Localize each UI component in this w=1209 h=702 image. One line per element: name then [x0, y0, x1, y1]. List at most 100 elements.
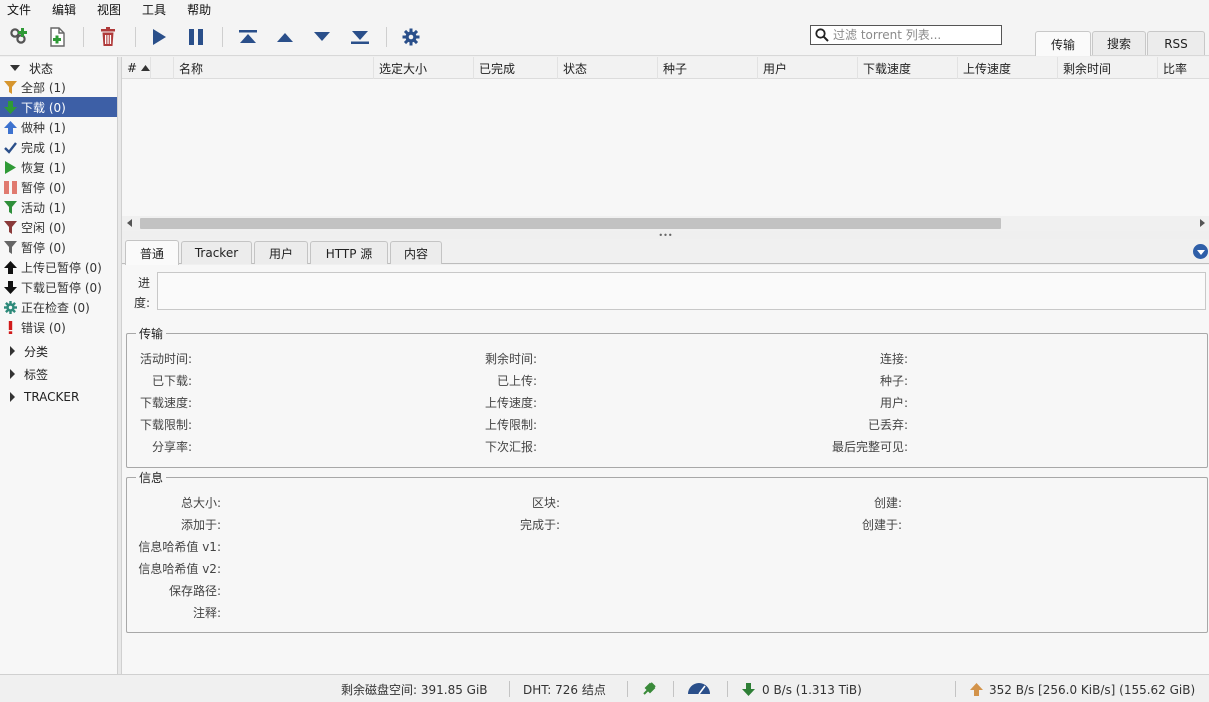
progress-bar: [157, 272, 1206, 310]
sidebar-item-resumed[interactable]: 恢复 (1): [0, 157, 117, 177]
search-input[interactable]: [833, 28, 993, 42]
add-link-icon[interactable]: [7, 26, 31, 48]
tab-general[interactable]: 普通: [125, 240, 179, 265]
panel-splitter[interactable]: •••: [122, 231, 1209, 240]
pause-icon[interactable]: [184, 26, 208, 48]
move-up-icon[interactable]: [273, 26, 297, 48]
column-header-ratio[interactable]: 比率: [1158, 57, 1209, 79]
trackers-section-header[interactable]: TRACKER: [10, 387, 79, 407]
label-download-limit: 下载限制:: [139, 418, 192, 432]
sidebar-item-inactive[interactable]: 空闲 (0): [0, 217, 117, 237]
sidebar-item-completed[interactable]: 完成 (1): [0, 137, 117, 157]
tab-http-sources[interactable]: HTTP 源: [310, 241, 388, 264]
label-peers: 用户:: [879, 396, 908, 410]
label-completed-on: 完成于:: [519, 518, 560, 532]
label-pieces: 区块:: [531, 496, 560, 510]
chevron-down-icon: [10, 65, 20, 71]
speed-limit-icon[interactable]: [687, 683, 711, 699]
sidebar-item-downloading[interactable]: 下载 (0): [0, 97, 117, 117]
column-header-down-speed[interactable]: 下载速度: [858, 57, 958, 79]
funnel-icon: [3, 80, 18, 95]
settings-gear-icon[interactable]: [399, 26, 423, 48]
sidebar-item-checking[interactable]: 正在检查 (0): [0, 297, 117, 317]
sidebar-item-label: 空闲 (0): [21, 220, 66, 235]
categories-section-header[interactable]: 分类: [10, 341, 48, 361]
download-speed-text: 0 B/s (1.313 TiB): [762, 683, 862, 697]
sidebar-item-label: 恢复 (1): [21, 160, 66, 175]
detail-tab-bar: 普通 Tracker 用户 HTTP 源 内容: [122, 239, 1209, 265]
scrollbar-thumb[interactable]: [140, 218, 1001, 229]
scroll-left-icon[interactable]: [127, 219, 132, 227]
label-created-by: 创建:: [873, 496, 902, 510]
horizontal-scrollbar[interactable]: [122, 216, 1209, 231]
label-time-active: 活动时间:: [139, 352, 192, 366]
column-header-progress[interactable]: 已完成: [474, 57, 558, 79]
column-header-seeds[interactable]: 种子: [658, 57, 758, 79]
funnel-idle-icon: [3, 220, 18, 235]
move-bottom-icon[interactable]: [348, 26, 372, 48]
connection-status-icon[interactable]: [641, 681, 657, 697]
sidebar-item-errored[interactable]: 错误 (0): [0, 317, 117, 337]
move-down-icon[interactable]: [310, 26, 334, 48]
add-torrent-file-icon[interactable]: [45, 26, 69, 48]
label-reannounce: 下次汇报:: [484, 440, 537, 454]
play-icon: [3, 160, 18, 175]
sidebar-item-label: 全部 (1): [21, 80, 66, 95]
delete-trash-icon[interactable]: [96, 26, 120, 48]
tab-peers[interactable]: 用户: [254, 241, 308, 264]
column-header-size[interactable]: 选定大小: [374, 57, 474, 79]
column-header-peers[interactable]: 用户: [758, 57, 858, 79]
gear-icon: [3, 300, 18, 315]
column-header-number[interactable]: #: [122, 57, 151, 79]
information-legend: 信息: [136, 469, 167, 486]
tab-search[interactable]: 搜索: [1092, 31, 1146, 55]
scroll-right-icon[interactable]: [1200, 219, 1205, 227]
transfer-group: 传输 活动时间: 已下载: 下载速度: 下载限制: 分享率: 剩余时间: 已上传…: [126, 325, 1208, 468]
menu-edit[interactable]: 编辑: [52, 1, 76, 18]
column-header-name[interactable]: 名称: [174, 57, 374, 79]
tab-transfers[interactable]: 传输: [1035, 31, 1091, 56]
sidebar-item-stalled-downloading[interactable]: 下载已暂停 (0): [0, 277, 117, 297]
tab-rss[interactable]: RSS: [1147, 31, 1205, 55]
funnel-stalled-icon: [3, 240, 18, 255]
funnel-active-icon: [3, 200, 18, 215]
sidebar-item-all[interactable]: 全部 (1): [0, 77, 117, 97]
sidebar-item-stalled-uploading[interactable]: 上传已暂停 (0): [0, 257, 117, 277]
torrent-list[interactable]: # 名称 选定大小 已完成 状态 种子 用户 下载速度 上传速度 剩余时间 比率: [122, 57, 1209, 231]
sidebar-item-stalled[interactable]: 暂停 (0): [0, 237, 117, 257]
status-section-header[interactable]: 状态: [10, 58, 53, 78]
collapse-panel-icon[interactable]: [1193, 244, 1208, 259]
status-bar: 剩余磁盘空间: 391.85 GiB DHT: 726 结点 0 B/s (1.…: [0, 674, 1209, 702]
search-icon: [815, 28, 829, 42]
label-added-on: 添加于:: [180, 518, 221, 532]
column-header-status[interactable]: 状态: [558, 57, 658, 79]
tab-content[interactable]: 内容: [390, 241, 442, 264]
chevron-right-icon: [10, 369, 15, 379]
move-top-icon[interactable]: [236, 26, 260, 48]
tags-section-header[interactable]: 标签: [10, 364, 48, 384]
sidebar-item-label: 下载 (0): [21, 100, 66, 115]
menu-help[interactable]: 帮助: [187, 1, 211, 18]
sidebar-item-paused[interactable]: 暂停 (0): [0, 177, 117, 197]
column-header-eta[interactable]: 剩余时间: [1058, 57, 1158, 79]
sidebar-item-seeding[interactable]: 做种 (1): [0, 117, 117, 137]
sort-ascending-icon: [141, 65, 151, 71]
chevron-right-icon: [10, 346, 15, 356]
sidebar-item-label: 活动 (1): [21, 200, 66, 215]
column-header-up-speed[interactable]: 上传速度: [958, 57, 1058, 79]
menu-file[interactable]: 文件: [7, 1, 31, 18]
label-share-ratio: 分享率:: [151, 440, 192, 454]
resume-play-icon[interactable]: [147, 26, 171, 48]
tab-trackers[interactable]: Tracker: [181, 241, 252, 264]
label-created-on: 创建于:: [861, 518, 902, 532]
sidebar-item-active[interactable]: 活动 (1): [0, 197, 117, 217]
filter-search-box[interactable]: [810, 25, 1002, 45]
label-save-path: 保存路径:: [168, 584, 221, 598]
menu-tools[interactable]: 工具: [142, 1, 166, 18]
label-download-speed: 下载速度:: [139, 396, 192, 410]
upload-stalled-icon: [3, 260, 18, 275]
menu-view[interactable]: 视图: [97, 1, 121, 18]
label-connections: 连接:: [879, 352, 908, 366]
download-speed-icon: [742, 683, 755, 699]
column-header-blank[interactable]: [151, 57, 174, 79]
